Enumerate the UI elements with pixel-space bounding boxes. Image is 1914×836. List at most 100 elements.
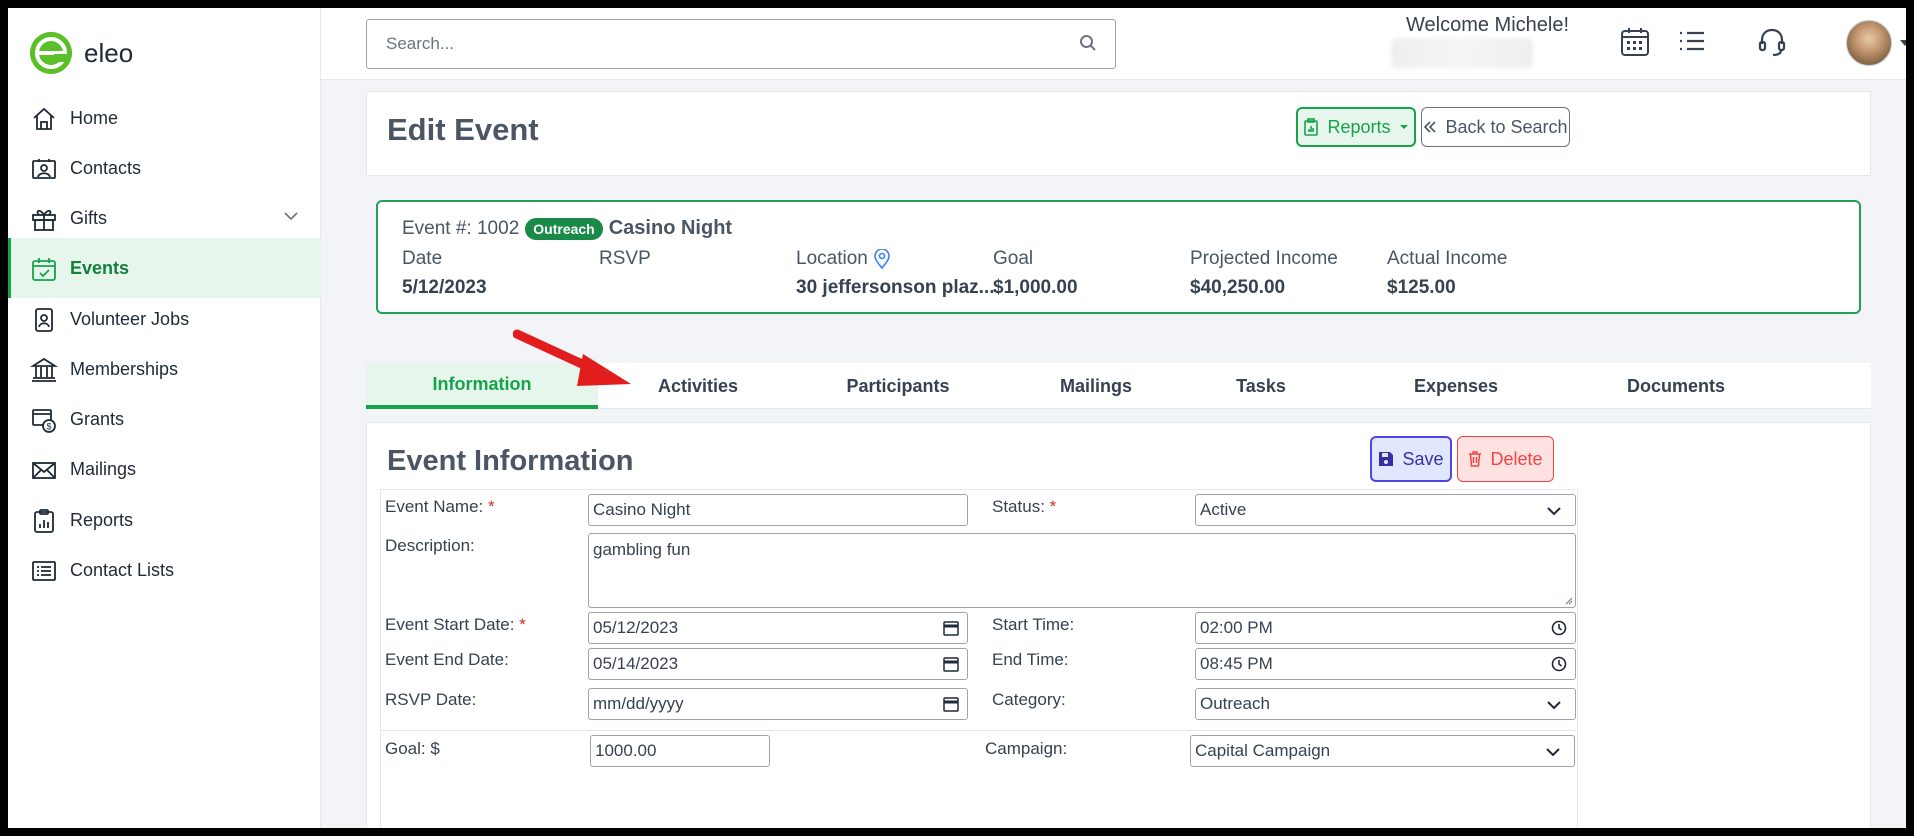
sidebar-item-label: Mailings [70, 458, 137, 479]
tab-mailings[interactable]: Mailings [1006, 363, 1186, 409]
chevron-down-icon[interactable] [283, 208, 299, 224]
app-logo[interactable]: eleo [30, 32, 133, 74]
required-mark: * [519, 615, 526, 634]
user-avatar[interactable] [1846, 20, 1892, 66]
sidebar-item-label: Events [70, 257, 130, 278]
summary-projected-label: Projected Income [1190, 248, 1338, 269]
summary-location-value: 30 jeffersonson plaz... [796, 277, 995, 298]
summary-date-label: Date [402, 248, 443, 269]
start-date-label: Event Start Date: * [385, 615, 526, 635]
start-time-input[interactable]: 02:00 PM [1195, 612, 1576, 644]
description-textarea[interactable]: gambling fun [588, 533, 1576, 608]
blurred-username [1391, 38, 1533, 68]
back-to-search-button[interactable]: Back to Search [1421, 107, 1570, 147]
svg-text:$: $ [47, 422, 52, 432]
chevron-down-icon [1547, 701, 1561, 710]
sidebar-item-contact-lists[interactable]: Contact Lists [8, 540, 321, 600]
goal-input[interactable]: 1000.00 [590, 735, 770, 767]
end-date-value: 05/14/2023 [593, 654, 679, 673]
status-label-text: Status: [992, 497, 1045, 516]
end-date-label: Event End Date: [385, 650, 509, 669]
report-icon [34, 509, 54, 533]
save-button[interactable]: Save [1370, 436, 1452, 482]
sidebar-item-label: Home [70, 107, 119, 128]
top-bar: Search... Welcome Michele! [321, 8, 1906, 80]
campaign-value: Capital Campaign [1195, 741, 1331, 760]
sidebar-item-label: Contact Lists [70, 559, 175, 580]
start-date-label-text: Event Start Date: [385, 615, 515, 634]
category-value: Outreach [1200, 694, 1270, 713]
home-icon [33, 107, 55, 130]
event-summary-heading: Event #: 1002 Outreach Casino Night [402, 217, 732, 240]
summary-actual-label: Actual Income [1387, 248, 1508, 269]
rsvp-date-placeholder: mm/dd/yyyy [593, 694, 684, 713]
floppy-disk-icon [1379, 452, 1394, 466]
double-chevron-left-icon [1424, 121, 1437, 133]
search-icon[interactable] [1079, 34, 1097, 52]
event-name: Casino Night [608, 217, 733, 239]
save-button-label: Save [1402, 448, 1444, 469]
tab-expenses[interactable]: Expenses [1366, 363, 1546, 409]
clock-icon[interactable] [1551, 620, 1567, 636]
event-name-label-text: Event Name: [385, 497, 484, 516]
start-time-label: Start Time: [992, 615, 1075, 634]
required-mark: * [1049, 497, 1057, 516]
clock-icon[interactable] [1551, 656, 1567, 672]
resize-handle-icon[interactable] [1563, 595, 1573, 605]
status-value: Active [1200, 500, 1247, 519]
clipboard-chart-icon [1304, 118, 1319, 136]
rsvp-date-input[interactable]: mm/dd/yyyy [588, 688, 968, 720]
edit-event-header: Edit Event Reports Back to Search [366, 91, 1871, 176]
end-time-input[interactable]: 08:45 PM [1195, 648, 1576, 680]
event-form: Event Name: * Casino Night Status: * Act… [380, 489, 1578, 828]
section-title: Event Information [387, 445, 634, 477]
rsvp-date-label: RSVP Date: [385, 690, 477, 709]
start-time-value: 02:00 PM [1200, 618, 1273, 637]
summary-rsvp: RSVP [599, 248, 651, 277]
grants-icon: $ [32, 409, 56, 433]
reports-button-label: Reports [1327, 116, 1391, 137]
bank-icon [30, 357, 58, 382]
summary-projected-value: $40,250.00 [1190, 277, 1286, 298]
end-time-value: 08:45 PM [1200, 654, 1273, 673]
search-input[interactable]: Search... [366, 19, 1116, 69]
delete-button[interactable]: Delete [1457, 436, 1554, 482]
chevron-down-icon [1547, 507, 1561, 516]
campaign-select[interactable]: Capital Campaign [1190, 735, 1575, 767]
end-time-label: End Time: [992, 650, 1069, 669]
reports-dropdown-button[interactable]: Reports [1296, 107, 1416, 147]
tab-tasks[interactable]: Tasks [1186, 363, 1336, 409]
app-name: eleo [84, 37, 134, 68]
summary-actual: Actual Income $125.00 [1387, 248, 1507, 299]
calendar-icon[interactable] [943, 656, 959, 672]
delete-button-label: Delete [1490, 448, 1543, 469]
summary-rsvp-label: RSVP [599, 248, 651, 269]
sidebar-item-label: Reports [70, 509, 134, 530]
event-name-field[interactable]: Casino Night [588, 494, 968, 526]
calendar-icon[interactable] [943, 696, 959, 712]
gift-icon [32, 209, 56, 231]
end-date-input[interactable]: 05/14/2023 [588, 648, 968, 680]
headset-support-icon[interactable] [1757, 26, 1787, 58]
map-pin-icon[interactable] [874, 249, 890, 269]
task-list-icon[interactable] [1677, 26, 1707, 56]
summary-goal-label: Goal [993, 248, 1034, 269]
sidebar-item-label: Memberships [70, 358, 179, 379]
sidebar-item-label: Volunteer Jobs [70, 308, 190, 329]
tab-documents[interactable]: Documents [1576, 363, 1776, 409]
caret-down-icon[interactable] [1899, 38, 1906, 48]
calendar-icon[interactable] [943, 620, 959, 636]
category-select[interactable]: Outreach [1195, 688, 1576, 720]
page-title: Edit Event [387, 112, 539, 147]
goal-value: 1000.00 [595, 741, 657, 760]
form-divider [381, 730, 1577, 731]
calendar-icon[interactable] [1619, 26, 1651, 58]
summary-location: Location 30 jeffersonson plaz... [796, 248, 995, 299]
required-mark: * [488, 497, 495, 516]
start-date-input[interactable]: 05/12/2023 [588, 612, 968, 644]
status-select[interactable]: Active [1195, 494, 1576, 526]
summary-goal: Goal $1,000.00 [993, 248, 1078, 299]
tab-participants[interactable]: Participants [798, 363, 998, 409]
summary-date: Date 5/12/2023 [402, 248, 487, 299]
search-placeholder: Search... [386, 34, 455, 53]
